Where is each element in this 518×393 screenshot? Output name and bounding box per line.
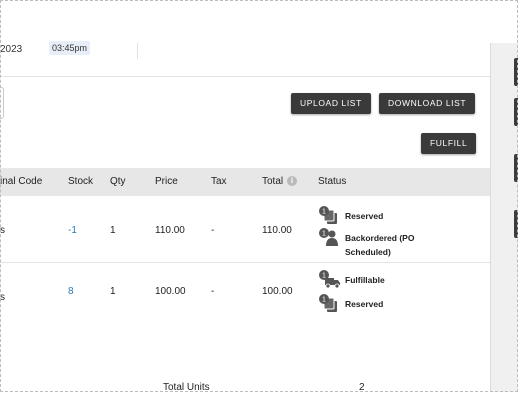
column-header-price: Price [155, 176, 178, 187]
status-label: Reserved [345, 299, 384, 309]
side-tab[interactable] [514, 58, 518, 86]
tax-value: - [211, 286, 215, 297]
top-bar [0, 0, 518, 44]
column-header-tax: Tax [211, 176, 227, 187]
order-time: 03:45pm [49, 41, 91, 55]
svg-text:1: 1 [322, 231, 326, 238]
upload-list-button[interactable]: UPLOAD LIST [291, 93, 371, 114]
side-tab[interactable] [514, 210, 518, 238]
tax-value: - [211, 225, 215, 236]
product-code: s [0, 225, 5, 236]
status-label: Backordered (PO Scheduled) [345, 233, 415, 257]
qty-value: 1 [110, 286, 116, 297]
status-label: Reserved [345, 211, 384, 221]
total-value: 110.00 [262, 225, 292, 236]
row-divider [0, 262, 490, 263]
column-header-stock: Stock [68, 176, 94, 187]
price-value: 100.00 [155, 286, 186, 297]
side-tab[interactable] [514, 98, 518, 126]
column-header-total: Total [262, 176, 284, 187]
column-header-code: inal Code [0, 176, 43, 187]
section-divider [0, 76, 490, 77]
total-units-label: Total Units [163, 382, 210, 393]
total-value: 100.00 [262, 286, 293, 297]
info-icon[interactable]: i [287, 176, 297, 186]
total-units-value: 2 [359, 382, 365, 393]
svg-text:1: 1 [322, 297, 326, 304]
svg-text:1: 1 [322, 273, 326, 280]
order-date: 2023 [0, 44, 23, 55]
reserved-stack-icon: 1 [319, 206, 337, 224]
price-value: 110.00 [155, 225, 185, 236]
product-code: s [0, 292, 5, 303]
column-header-status: Status [318, 176, 347, 187]
divider [137, 43, 138, 59]
backorder-person-icon: 1 [319, 228, 338, 246]
stock-link[interactable]: 8 [68, 286, 74, 297]
side-tab[interactable] [514, 154, 518, 182]
svg-text:1: 1 [322, 209, 326, 216]
reserved-stack-icon: 1 [319, 294, 337, 312]
stock-link[interactable]: -1 [68, 225, 77, 236]
download-list-button[interactable]: DOWNLOAD LIST [379, 93, 476, 114]
fulfill-button[interactable]: FULFILL [421, 133, 477, 154]
status-label: Fulfillable [345, 275, 385, 285]
delivery-truck-icon: 1 [319, 270, 340, 289]
column-header-qty: Qty [110, 176, 126, 187]
select-dropdown[interactable] [0, 87, 4, 119]
qty-value: 1 [110, 225, 116, 236]
